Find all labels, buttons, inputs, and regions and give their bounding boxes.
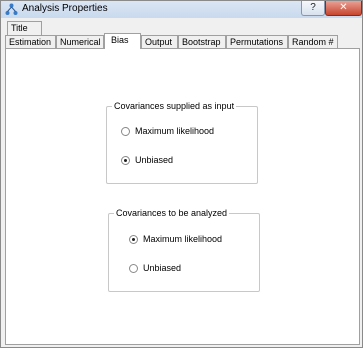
tab-bias[interactable]: Bias — [104, 33, 141, 49]
window-title: Analysis Properties — [22, 3, 108, 14]
tab-title-label: Title — [11, 23, 28, 33]
covariances-analyzed-group: Covariances to be analyzed Maximum likel… — [108, 208, 260, 292]
analyzed-unbiased-option[interactable]: Unbiased — [129, 263, 254, 275]
title-bar[interactable]: Analysis Properties ? ✕ — [1, 1, 362, 18]
supplied-maximum-likelihood-radio[interactable] — [121, 127, 130, 136]
tab-permutations-label: Permutations — [230, 37, 284, 47]
tab-numerical-label: Numerical — [60, 37, 101, 47]
covariances-analyzed-title: Covariances to be analyzed — [114, 208, 230, 219]
covariances-supplied-group: Covariances supplied as input Maximum li… — [106, 101, 258, 184]
analyzed-maximum-likelihood-radio[interactable] — [129, 235, 138, 244]
tab-title[interactable]: Title — [7, 21, 42, 35]
analyzed-maximum-likelihood-option[interactable]: Maximum likelihood — [129, 234, 254, 246]
close-button[interactable]: ✕ — [325, 1, 362, 16]
tab-estimation-label: Estimation — [9, 37, 52, 47]
analyzed-unbiased-label: Unbiased — [143, 263, 182, 273]
covariances-supplied-title: Covariances supplied as input — [112, 101, 237, 112]
tab-output[interactable]: Output — [141, 35, 178, 49]
supplied-unbiased-option[interactable]: Unbiased — [121, 155, 241, 167]
app-network-icon — [5, 3, 18, 15]
bias-tab-panel: Covariances supplied as input Maximum li… — [5, 48, 360, 345]
supplied-unbiased-label: Unbiased — [135, 155, 174, 165]
tab-bootstrap[interactable]: Bootstrap — [178, 35, 226, 49]
help-button[interactable]: ? — [301, 1, 325, 16]
tab-bootstrap-label: Bootstrap — [182, 37, 221, 47]
analysis-properties-window: Analysis Properties ? ✕ Title Estimation… — [0, 0, 363, 348]
analyzed-unbiased-radio[interactable] — [129, 264, 138, 273]
supplied-unbiased-radio[interactable] — [121, 156, 130, 165]
supplied-maximum-likelihood-label: Maximum likelihood — [135, 126, 215, 136]
tab-bias-label: Bias — [111, 35, 129, 45]
tab-random-label: Random # — [292, 37, 334, 47]
tab-numerical[interactable]: Numerical — [56, 35, 104, 49]
tab-random[interactable]: Random # — [288, 35, 338, 49]
tab-estimation[interactable]: Estimation — [5, 35, 56, 49]
tab-permutations[interactable]: Permutations — [226, 35, 288, 49]
tab-output-label: Output — [145, 37, 173, 47]
supplied-maximum-likelihood-option[interactable]: Maximum likelihood — [121, 126, 241, 138]
analyzed-maximum-likelihood-label: Maximum likelihood — [143, 234, 223, 244]
